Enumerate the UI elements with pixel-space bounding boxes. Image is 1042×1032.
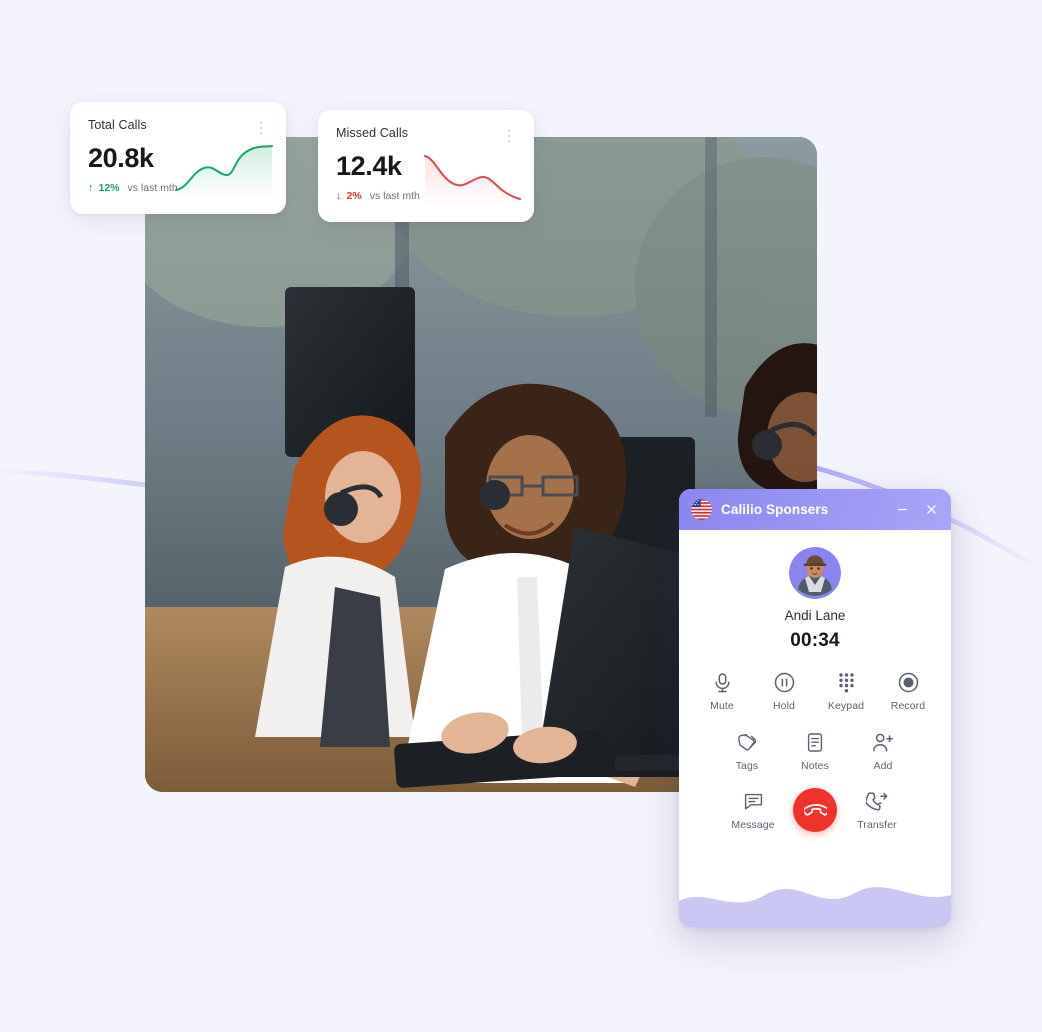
page-root: Total Calls 20.8k ↑ 12% vs last mth Miss…	[0, 0, 1042, 1032]
close-icon[interactable]	[921, 500, 941, 520]
record-label: Record	[890, 700, 926, 712]
caller-name: Andi Lane	[784, 608, 846, 623]
stat-card-total-calls: Total Calls 20.8k ↑ 12% vs last mth	[70, 102, 286, 214]
card-title: Missed Calls	[336, 126, 409, 140]
message-label: Message	[731, 819, 775, 831]
trend-up-icon: ↑	[88, 181, 94, 194]
trend-down-icon: ↓	[336, 189, 342, 202]
call-controls-row-3: Message Transfer	[679, 788, 951, 832]
card-header: Total Calls	[88, 118, 268, 137]
message-bubble-icon	[743, 789, 764, 813]
us-flag-icon	[691, 499, 712, 520]
record-circle-icon	[898, 670, 919, 694]
record-button[interactable]: Record	[877, 670, 939, 712]
delta-percent: 2%	[346, 190, 362, 203]
mute-button[interactable]: Mute	[691, 670, 753, 712]
minimize-icon[interactable]	[892, 500, 912, 520]
notes-label: Notes	[801, 760, 829, 772]
transfer-label: Transfer	[857, 819, 897, 831]
tags-label: Tags	[735, 760, 759, 772]
notes-button[interactable]: Notes	[781, 730, 849, 772]
avatar	[789, 547, 841, 599]
stat-card-missed-calls: Missed Calls 12.4k ↓ 2% vs last mth	[318, 110, 534, 222]
transfer-button[interactable]: Transfer	[837, 789, 917, 831]
avatar-wrapper	[679, 547, 951, 599]
delta-note: vs last mth	[369, 190, 420, 203]
add-participant-button[interactable]: Add	[849, 730, 917, 772]
tags-icon	[737, 730, 758, 754]
user-plus-icon	[872, 730, 894, 754]
card-header: Missed Calls	[336, 126, 516, 145]
notes-icon	[806, 730, 824, 754]
mute-label: Mute	[710, 700, 734, 712]
tags-button[interactable]: Tags	[713, 730, 781, 772]
keypad-button[interactable]: Keypad	[815, 670, 877, 712]
message-button[interactable]: Message	[713, 789, 793, 831]
keypad-grid-icon	[837, 670, 856, 694]
hold-button[interactable]: Hold	[753, 670, 815, 712]
call-dialog-header: Calilio Sponsers	[679, 489, 951, 530]
card-title: Total Calls	[88, 118, 147, 132]
kebab-menu-icon[interactable]	[254, 119, 268, 137]
call-dialog: Calilio Sponsers Andi Lane 00:34 Mute Ho…	[679, 489, 951, 927]
call-timer: 00:34	[790, 630, 840, 651]
delta-percent: 12%	[98, 182, 120, 195]
kebab-menu-icon[interactable]	[502, 127, 516, 145]
call-transfer-icon	[866, 789, 888, 813]
card-body: 12.4k ↓ 2% vs last mth	[336, 152, 521, 205]
microphone-icon	[713, 670, 732, 694]
call-controls-row-2: Tags Notes Add	[679, 730, 951, 772]
card-body: 20.8k ↑ 12% vs last mth	[88, 144, 273, 197]
delta-note: vs last mth	[127, 182, 178, 195]
call-dialog-body: Andi Lane 00:34 Mute Hold Keypad Record …	[679, 530, 951, 927]
decorative-waves	[679, 871, 951, 927]
sparkline-missed-calls	[422, 146, 522, 205]
call-controls-row-1: Mute Hold Keypad Record	[679, 670, 951, 712]
call-dialog-title: Calilio Sponsers	[721, 502, 829, 517]
hold-label: Hold	[773, 700, 795, 712]
end-call-button[interactable]	[793, 788, 837, 832]
keypad-label: Keypad	[827, 700, 865, 712]
pause-circle-icon	[774, 670, 795, 694]
add-label: Add	[873, 760, 893, 772]
sparkline-total-calls	[174, 138, 274, 197]
